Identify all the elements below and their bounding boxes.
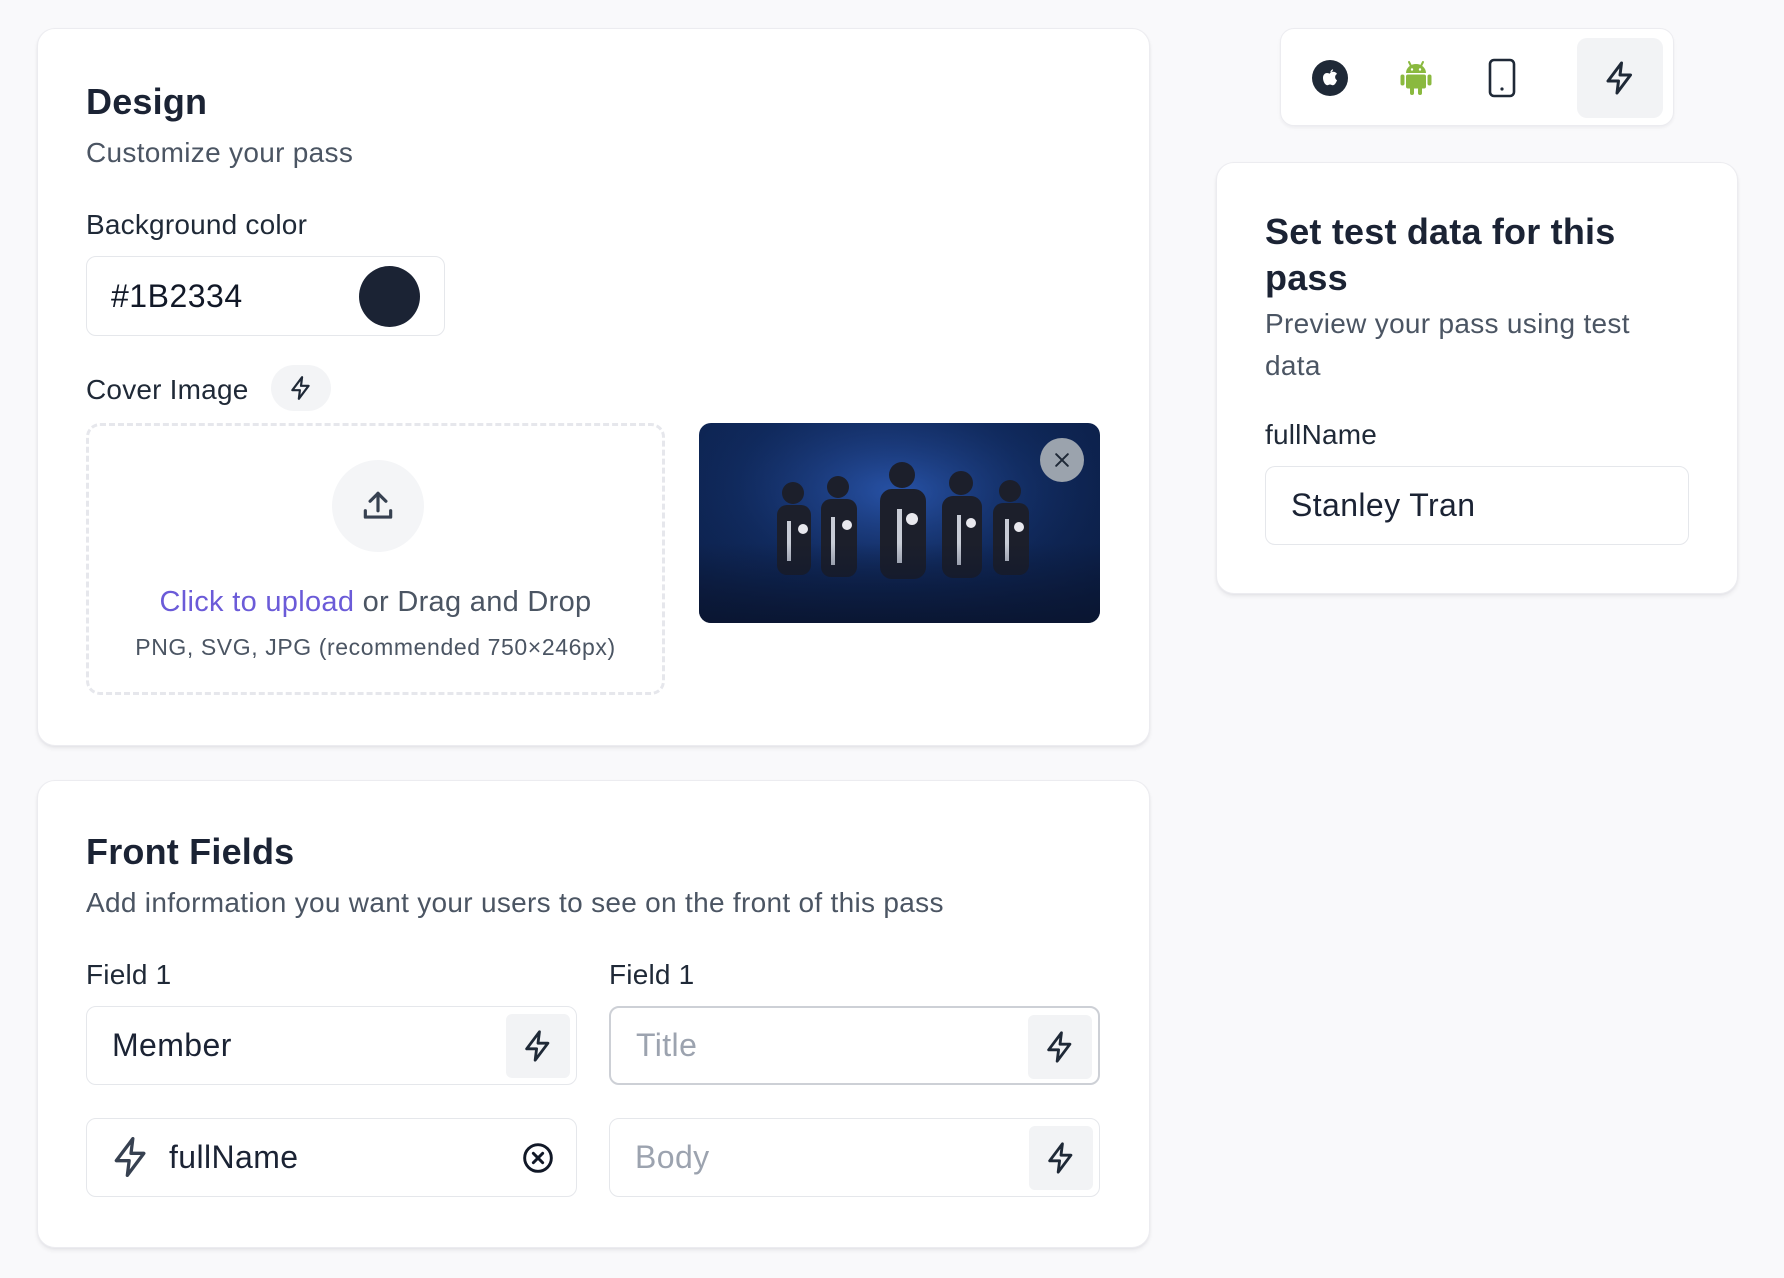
- member-label-input[interactable]: Member: [86, 1006, 577, 1085]
- bolt-icon: [1606, 61, 1632, 95]
- test-data-title: Set test data for this pass: [1265, 211, 1616, 298]
- upload-instructions: Click to upload or Drag and Drop: [89, 586, 662, 619]
- background-color-label: Background color: [86, 209, 308, 240]
- cover-image-label: Cover Image: [86, 374, 249, 405]
- front-fields-title: Front Fields: [86, 831, 295, 872]
- bolt-icon: [1047, 1031, 1072, 1063]
- front-fields-subtitle: Add information you want your users to s…: [86, 887, 944, 918]
- close-icon: [1055, 453, 1069, 467]
- platform-toggle: [1280, 28, 1674, 126]
- apple-icon: [1312, 60, 1348, 96]
- background-color-value: #1B2334: [111, 277, 243, 314]
- android-icon: [1400, 61, 1432, 95]
- bolt-icon: [525, 1030, 550, 1062]
- body-placeholder: Body: [635, 1139, 710, 1175]
- field-1-label-right: Field 1: [609, 959, 695, 990]
- upload-icon-wrap: [332, 460, 424, 552]
- design-subtitle: Customize your pass: [86, 137, 354, 168]
- bolt-icon: [291, 376, 310, 400]
- fullname-label: fullName: [1265, 419, 1378, 450]
- platform-dynamic-button[interactable]: [1577, 38, 1663, 118]
- platform-device-button[interactable]: [1459, 38, 1545, 118]
- cover-image-preview: [699, 423, 1100, 623]
- bolt-icon: [1048, 1142, 1073, 1174]
- member-dynamic-button[interactable]: [506, 1014, 570, 1078]
- cover-image-dynamic-button[interactable]: [271, 365, 331, 411]
- upload-icon: [363, 491, 393, 519]
- title-dynamic-button[interactable]: [1028, 1015, 1092, 1079]
- title-input[interactable]: Title: [609, 1006, 1100, 1085]
- title-placeholder: Title: [636, 1027, 698, 1063]
- click-to-upload-link[interactable]: Click to upload: [160, 586, 355, 618]
- test-data-subtitle: Preview your pass using test data: [1265, 308, 1630, 381]
- color-swatch[interactable]: [359, 266, 420, 327]
- remove-image-button[interactable]: [1040, 438, 1084, 482]
- upload-dropzone[interactable]: Click to upload or Drag and Drop PNG, SV…: [86, 423, 665, 695]
- member-value: Member: [112, 1027, 232, 1063]
- body-input[interactable]: Body: [609, 1118, 1100, 1197]
- fullname-dynamic-field[interactable]: fullName: [86, 1118, 577, 1197]
- drag-drop-text: or Drag and Drop: [354, 586, 592, 618]
- front-fields-card: Front Fields Add information you want yo…: [37, 780, 1150, 1248]
- upload-hint: PNG, SVG, JPG (recommended 750×246px): [135, 634, 616, 660]
- platform-apple-button[interactable]: [1287, 38, 1373, 118]
- design-card: Design Customize your pass Background co…: [37, 28, 1150, 746]
- background-color-input[interactable]: #1B2334: [86, 256, 445, 336]
- bolt-icon: [114, 1137, 146, 1177]
- design-title: Design: [86, 81, 208, 122]
- test-data-card: Set test data for this pass Preview your…: [1216, 162, 1738, 594]
- platform-android-button[interactable]: [1373, 38, 1459, 118]
- fullname-test-input[interactable]: Stanley Tran: [1265, 466, 1689, 545]
- clear-circle-icon[interactable]: [522, 1142, 554, 1174]
- tablet-icon: [1488, 58, 1516, 98]
- body-dynamic-button[interactable]: [1029, 1126, 1093, 1190]
- field-1-label: Field 1: [86, 959, 172, 990]
